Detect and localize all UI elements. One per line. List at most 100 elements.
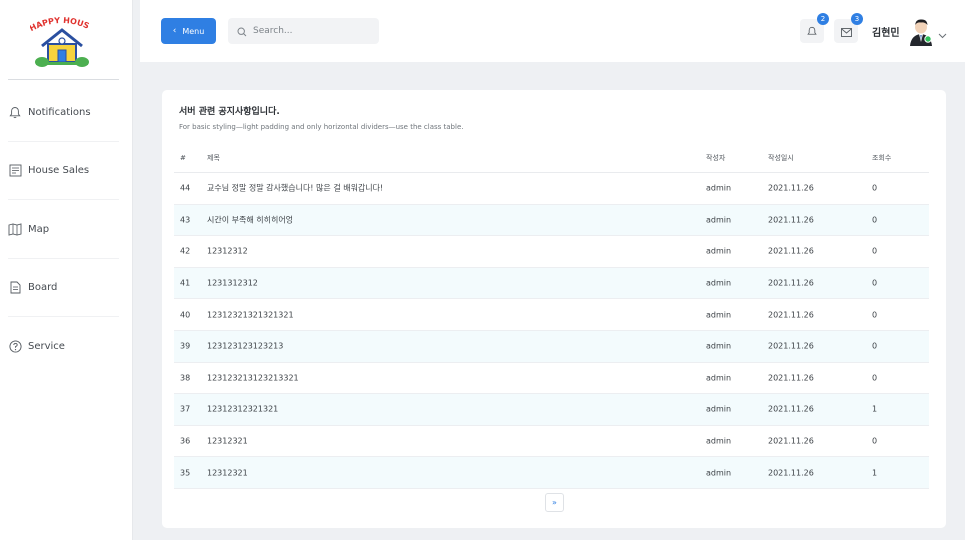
header-title: 제목 [207,154,220,162]
row-title[interactable]: 123123213123213321 [207,373,299,382]
row-num: 44 [180,183,191,193]
top-header: ‹ Menu 2 3 김현민 [140,0,965,62]
table-row[interactable]: 39 123123123123213 admin 2021.11.26 0 [174,330,929,363]
row-views: 0 [872,215,878,225]
table-row[interactable]: 42 12312312 admin 2021.11.26 0 [174,236,929,268]
notifications-badge: 2 [817,13,829,25]
card-subtitle: For basic styling—light padding and only… [179,123,464,131]
avatar[interactable] [907,18,935,46]
row-writer: admin [706,468,732,478]
sidebar-item-notifications[interactable]: Notifications [8,84,119,142]
header-num: # [180,154,186,162]
table-header: # 제목 작성자 작성일시 조회수 [174,144,929,173]
sidebar-item-label: Map [28,224,50,235]
row-num: 38 [180,373,191,383]
happy-house-logo[interactable]: HAPPY HOUSE [27,7,94,68]
card-title: 서버 관련 공지사항입니다. [179,107,280,117]
chevron-down-icon[interactable] [938,24,947,43]
document-icon [8,281,22,295]
notice-table: # 제목 작성자 작성일시 조회수 44 교수님 정말 정말 감사했습니다! 많… [174,144,929,489]
table-row[interactable]: 36 12312321 admin 2021.11.26 0 [174,426,929,458]
search-icon [237,22,247,41]
messages-button[interactable]: 3 [834,13,863,43]
row-date: 2021.11.26 [768,215,814,225]
row-date: 2021.11.26 [768,436,814,446]
row-writer: admin [706,246,732,256]
bell-icon [8,106,22,120]
row-title[interactable]: 12312321 [207,468,248,477]
header-date: 작성일시 [768,154,794,162]
menu-button[interactable]: ‹ Menu [161,18,216,44]
table-row[interactable]: 41 1231312312 admin 2021.11.26 0 [174,267,929,300]
row-date: 2021.11.26 [768,468,814,478]
chevron-left-icon: ‹ [172,26,177,36]
sidebar-item-board[interactable]: Board [8,259,119,317]
row-date: 2021.11.26 [768,404,814,414]
receipt-icon [8,164,22,178]
sidebar: HAPPY HOUSE Notifications House Sales Ma… [0,0,133,540]
menu-button-label: Menu [182,26,205,36]
row-views: 0 [872,341,878,351]
row-title[interactable]: 시간이 부족해 히히히어엉 [207,214,293,225]
notifications-button[interactable]: 2 [800,13,829,43]
row-num: 42 [180,246,191,256]
row-date: 2021.11.26 [768,246,814,256]
sidebar-item-label: Notifications [28,107,91,118]
row-title[interactable]: 12312321321321321 [207,310,294,319]
search-input[interactable] [253,26,373,36]
row-writer: admin [706,310,732,320]
sidebar-item-label: Board [28,282,58,293]
row-views: 1 [872,404,878,414]
row-writer: admin [706,404,732,414]
search-box[interactable] [228,18,379,44]
row-date: 2021.11.26 [768,310,814,320]
row-date: 2021.11.26 [768,373,814,383]
user-name[interactable]: 김현민 [872,24,900,39]
row-title[interactable]: 12312312321321 [207,405,278,414]
help-circle-icon [8,339,22,353]
table-row[interactable]: 44 교수님 정말 정말 감사했습니다! 많은 걸 배워갑니다! admin 2… [174,173,929,205]
header-writer: 작성자 [706,154,726,162]
row-num: 39 [180,341,191,351]
row-views: 0 [872,373,878,383]
row-date: 2021.11.26 [768,278,814,288]
row-date: 2021.11.26 [768,183,814,193]
row-writer: admin [706,436,732,446]
row-title[interactable]: 123123123123213 [207,342,283,351]
row-num: 40 [180,310,191,320]
sidebar-item-map[interactable]: Map [8,201,119,259]
table-row[interactable]: 38 123123213123213321 admin 2021.11.26 0 [174,363,929,395]
row-title[interactable]: 12312312 [207,247,248,256]
row-views: 0 [872,278,878,288]
row-num: 37 [180,404,191,414]
table-row[interactable]: 35 12312321 admin 2021.11.26 1 [174,457,929,489]
row-title[interactable]: 교수님 정말 정말 감사했습니다! 많은 걸 배워갑니다! [207,183,383,194]
notice-card: 서버 관련 공지사항입니다. For basic styling—light p… [162,90,946,528]
row-writer: admin [706,373,732,383]
row-num: 43 [180,215,191,225]
table-row[interactable]: 43 시간이 부족해 히히히어엉 admin 2021.11.26 0 [174,204,929,237]
table-row[interactable]: 37 12312312321321 admin 2021.11.26 1 [174,394,929,426]
sidebar-item-label: Service [28,340,65,352]
mail-icon [840,22,852,41]
row-num: 36 [180,436,191,446]
row-title[interactable]: 12312321 [207,437,248,446]
row-writer: admin [706,341,732,351]
logo-divider [8,79,119,80]
sidebar-item-service[interactable]: Service [8,317,119,375]
row-title[interactable]: 1231312312 [207,279,258,288]
row-views: 0 [872,183,878,193]
row-views: 1 [872,468,878,478]
row-num: 35 [180,468,191,478]
row-date: 2021.11.26 [768,341,814,351]
row-views: 0 [872,436,878,446]
map-icon [8,223,22,237]
header-views: 조회수 [872,154,892,162]
table-row[interactable]: 40 12312321321321321 admin 2021.11.26 0 [174,299,929,331]
sidebar-item-house-sales[interactable]: House Sales [8,142,119,200]
row-writer: admin [706,278,732,288]
bell-icon [807,22,817,41]
pagination-next-button[interactable]: » [545,493,564,512]
row-views: 0 [872,246,878,256]
row-writer: admin [706,215,732,225]
